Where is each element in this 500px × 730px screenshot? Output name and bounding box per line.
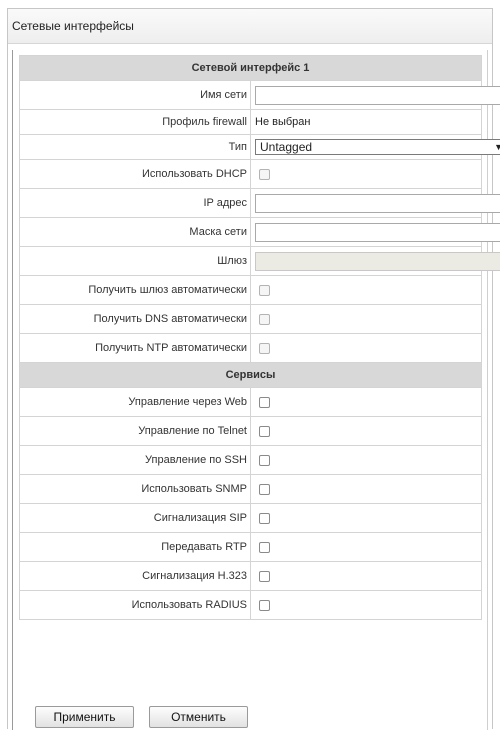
service-label-rtp: Передавать RTP [19, 532, 251, 562]
service-checkbox-h323[interactable] [259, 570, 270, 582]
netmask-input[interactable] [255, 222, 500, 242]
service-label-radius: Использовать RADIUS [19, 590, 251, 620]
service-checkbox-rtp[interactable] [259, 541, 270, 553]
network-name-input[interactable] [255, 85, 500, 105]
service-label-sip: Сигнализация SIP [19, 503, 251, 533]
use-dhcp-checkbox[interactable] [259, 168, 270, 180]
auto-gateway-checkbox[interactable] [259, 284, 270, 296]
service-checkbox-web[interactable] [259, 396, 270, 408]
gateway-label: Шлюз [19, 246, 251, 276]
use-dhcp-label: Использовать DHCP [19, 159, 251, 189]
firewall-profile-label: Профиль firewall [19, 109, 251, 135]
dropdown-arrow-icon: ▼ [494, 142, 500, 152]
cancel-button[interactable]: Отменить [149, 706, 248, 728]
service-checkbox-radius[interactable] [259, 599, 270, 611]
ip-address-label: IP адрес [19, 188, 251, 218]
network-name-label: Имя сети [19, 80, 251, 110]
service-label-ssh: Управление по SSH [19, 445, 251, 475]
apply-button[interactable]: Применить [35, 706, 134, 728]
service-checkbox-snmp[interactable] [259, 483, 270, 495]
netmask-label: Маска сети [19, 217, 251, 247]
section-title-interface: Сетевой интерфейс 1 [19, 55, 482, 81]
service-checkbox-telnet[interactable] [259, 425, 270, 437]
firewall-profile-value: Не выбран [250, 109, 482, 135]
interface-settings-table: Сетевой интерфейс 1 Имя сети Профиль fir… [19, 55, 500, 620]
type-select-value: Untagged [260, 140, 313, 154]
auto-ntp-label: Получить NTP автоматически [19, 333, 251, 363]
auto-gateway-label: Получить шлюз автоматически [19, 275, 251, 305]
type-label: Тип [19, 134, 251, 160]
service-label-snmp: Использовать SNMP [19, 474, 251, 504]
service-checkbox-ssh[interactable] [259, 454, 270, 466]
type-select[interactable]: Untagged ▼ [255, 139, 500, 155]
ip-address-input[interactable] [255, 193, 500, 213]
service-label-web: Управление через Web [19, 387, 251, 417]
service-checkbox-sip[interactable] [259, 512, 270, 524]
gateway-input [255, 251, 500, 271]
service-label-telnet: Управление по Telnet [19, 416, 251, 446]
auto-dns-checkbox[interactable] [259, 313, 270, 325]
service-label-h323: Сигнализация H.323 [19, 561, 251, 591]
auto-ntp-checkbox[interactable] [259, 342, 270, 354]
left-divider [12, 50, 13, 730]
auto-dns-label: Получить DNS автоматически [19, 304, 251, 334]
section-title-services: Сервисы [19, 362, 482, 388]
panel-title: Сетевые интерфейсы [8, 9, 492, 44]
